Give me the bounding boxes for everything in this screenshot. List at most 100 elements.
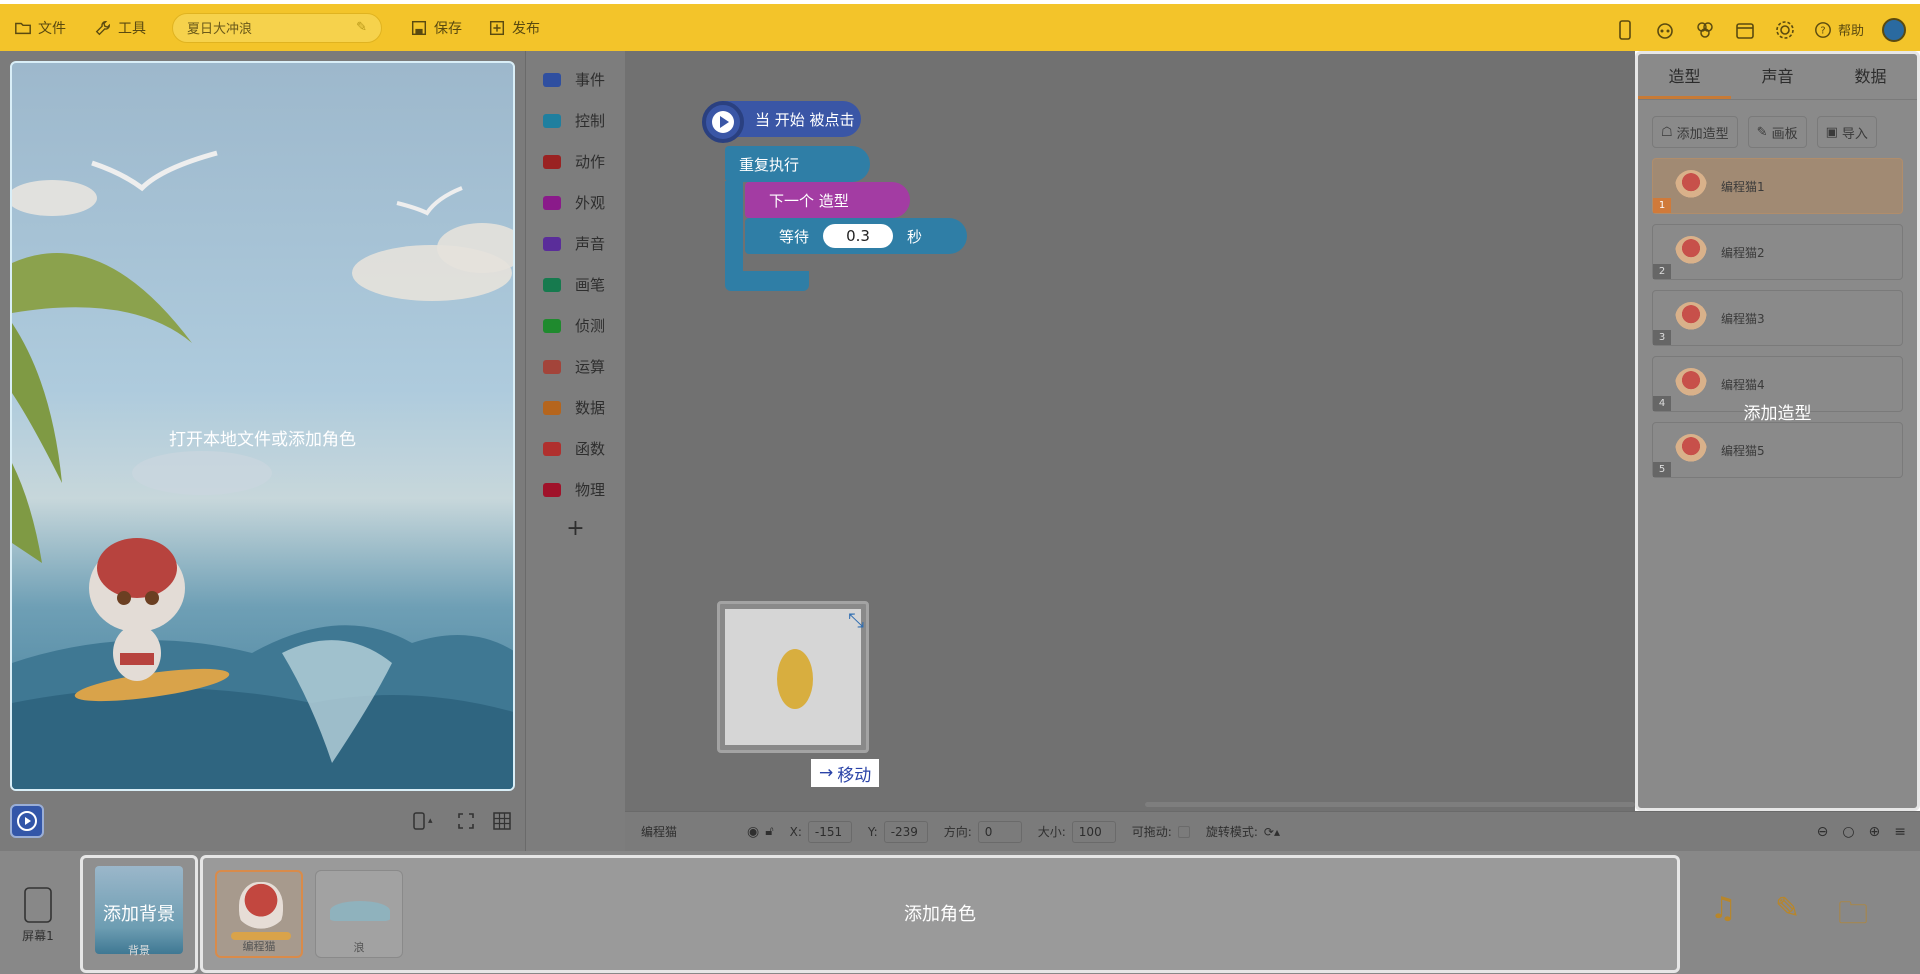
help-button[interactable]: ? 帮助 xyxy=(1814,20,1864,39)
tab-data[interactable]: 数据 xyxy=(1824,54,1917,99)
import-button[interactable]: ▣ 导入 xyxy=(1816,116,1877,148)
category-item[interactable]: 运算 xyxy=(526,346,625,387)
project-name-input[interactable]: 夏日大冲浪 ✎ xyxy=(172,12,382,43)
category-label: 数据 xyxy=(575,399,606,417)
start-flag-icon xyxy=(702,101,744,143)
extensions-icon[interactable] xyxy=(1694,19,1716,41)
code-canvas[interactable]: 当 开始 被点击 重复执行 下一个 造型 等待 0.3 秒 ⤡ → 移动 xyxy=(625,51,1635,811)
category-item[interactable]: 外观 xyxy=(526,182,625,223)
file-menu[interactable]: 文件 xyxy=(14,18,66,38)
category-item[interactable]: 数据 xyxy=(526,387,625,428)
grid-icon[interactable] xyxy=(492,812,511,830)
paint-button[interactable]: ✎ 画板 xyxy=(1747,116,1807,148)
sprite-preview-image xyxy=(777,649,813,709)
y-input[interactable]: -239 xyxy=(883,820,928,843)
category-item[interactable]: 物理 xyxy=(526,469,625,510)
category-item[interactable]: 声音 xyxy=(526,223,625,264)
draggable-toggle[interactable] xyxy=(1177,825,1190,838)
save-button[interactable]: 保存 xyxy=(410,18,462,38)
drag-arrows-icon: ⤡ xyxy=(848,608,864,632)
run-button[interactable] xyxy=(10,804,44,838)
file-menu-label: 文件 xyxy=(38,20,66,37)
help-icon: ? xyxy=(1815,21,1831,38)
costume-item[interactable]: 编程猫1 1 xyxy=(1652,158,1903,214)
tools-menu[interactable]: 工具 xyxy=(94,18,146,38)
category-item[interactable]: 函数 xyxy=(526,428,625,469)
robot-icon[interactable] xyxy=(1654,19,1676,41)
category-item[interactable]: 侦测 xyxy=(526,305,625,346)
add-category-button[interactable]: + xyxy=(526,516,625,541)
draggable-field: 可拖动: xyxy=(1132,823,1190,840)
category-item[interactable]: 画笔 xyxy=(526,264,625,305)
lock-icon[interactable]: 🔓︎ xyxy=(765,824,773,839)
pencil-icon[interactable]: ✎ xyxy=(1775,891,1800,942)
device-icon[interactable] xyxy=(1614,19,1636,41)
project-name: 夏日大冲浪 xyxy=(187,22,253,37)
wait-seconds-input[interactable]: 0.3 xyxy=(823,224,894,248)
calendar-icon[interactable] xyxy=(1734,19,1756,41)
category-label: 物理 xyxy=(575,481,606,499)
costume-item[interactable]: 编程猫3 3 xyxy=(1652,290,1903,346)
draggable-label: 可拖动: xyxy=(1131,825,1172,839)
zoom-in-icon[interactable]: ⊕ xyxy=(1869,824,1881,840)
add-sprite-text: 添加角色 xyxy=(904,904,976,925)
direction-input[interactable]: 0 xyxy=(977,820,1022,843)
costume-name: 编程猫1 xyxy=(1721,179,1765,194)
category-icon xyxy=(543,359,561,374)
stage-canvas[interactable]: 打开本地文件或添加角色 xyxy=(10,61,515,791)
sprite-name-field[interactable]: 编程猫 xyxy=(641,823,731,840)
costume-index-badge: 2 xyxy=(1653,264,1671,279)
rotation-mode-dropdown[interactable]: ⟳▴ xyxy=(1264,825,1280,839)
phone-icon xyxy=(413,812,425,830)
folder-add-icon[interactable]: 🗀︎ xyxy=(1838,891,1868,942)
background-slot[interactable]: 背景 添加背景 xyxy=(80,855,198,973)
next-costume-block[interactable]: 下一个 造型 xyxy=(745,182,910,218)
x-input[interactable]: -151 xyxy=(807,820,852,843)
costume-index-badge: 5 xyxy=(1653,462,1671,477)
category-icon xyxy=(543,400,561,415)
wait-block[interactable]: 等待 0.3 秒 xyxy=(745,218,967,254)
category-item[interactable]: 控制 xyxy=(526,100,625,141)
size-input[interactable]: 100 xyxy=(1071,820,1116,843)
category-item[interactable]: 事件 xyxy=(526,59,625,100)
category-icon xyxy=(543,154,561,169)
y-label: Y: xyxy=(867,824,878,839)
costume-thumbnail xyxy=(1675,368,1707,400)
rotation-field: 旋转模式: ⟳▴ xyxy=(1206,823,1280,840)
category-label: 函数 xyxy=(575,440,606,458)
zoom-out-icon[interactable]: ⊖ xyxy=(1817,824,1829,840)
sprite-drag-preview: ⤡ xyxy=(717,601,869,753)
menu-icon[interactable]: ≡ xyxy=(1894,824,1906,840)
tab-costumes[interactable]: 造型 xyxy=(1638,54,1731,99)
fullscreen-icon[interactable] xyxy=(457,812,475,830)
ghost-icon: ☖ xyxy=(1661,124,1673,140)
panel-tabs: 造型 声音 数据 xyxy=(1638,54,1917,100)
settings-gear-icon[interactable] xyxy=(1774,19,1796,41)
visibility-eye-icon[interactable]: ◉ xyxy=(747,824,759,840)
canvas-scrollbar[interactable] xyxy=(1145,802,1635,807)
tab-sounds[interactable]: 声音 xyxy=(1731,54,1824,99)
category-icon xyxy=(543,277,561,292)
folder-icon xyxy=(15,22,31,34)
costume-name: 编程猫2 xyxy=(1721,245,1765,260)
screen-selector[interactable]: 屏幕1 xyxy=(18,886,58,944)
repeat-block-foot xyxy=(725,271,809,291)
category-item[interactable]: 动作 xyxy=(526,141,625,182)
costume-thumbnail xyxy=(1675,170,1707,202)
paint-label: 画板 xyxy=(1771,126,1798,142)
user-avatar[interactable] xyxy=(1882,17,1906,42)
help-label: 帮助 xyxy=(1837,24,1864,39)
zoom-reset-icon[interactable]: ○ xyxy=(1842,824,1854,840)
sprite-cat-label: 编程猫 xyxy=(242,940,276,953)
direction-field: 方向: 0 xyxy=(944,820,1022,843)
costume-name: 编程猫4 xyxy=(1721,377,1765,392)
sprite-list[interactable]: 编程猫 浪 添加角色 xyxy=(200,855,1680,973)
costume-item[interactable]: 编程猫2 2 xyxy=(1652,224,1903,280)
publish-button[interactable]: 发布 xyxy=(488,18,540,38)
stage-size-dropdown[interactable]: ▴ xyxy=(412,812,433,830)
repeat-forever-block[interactable]: 重复执行 xyxy=(725,146,870,182)
arrow-right-icon: → xyxy=(819,763,834,783)
add-costume-button[interactable]: ☖ 添加造型 xyxy=(1652,116,1738,148)
costume-item[interactable]: 编程猫5 5 xyxy=(1652,422,1903,478)
music-icon[interactable]: ♫ xyxy=(1710,891,1737,942)
